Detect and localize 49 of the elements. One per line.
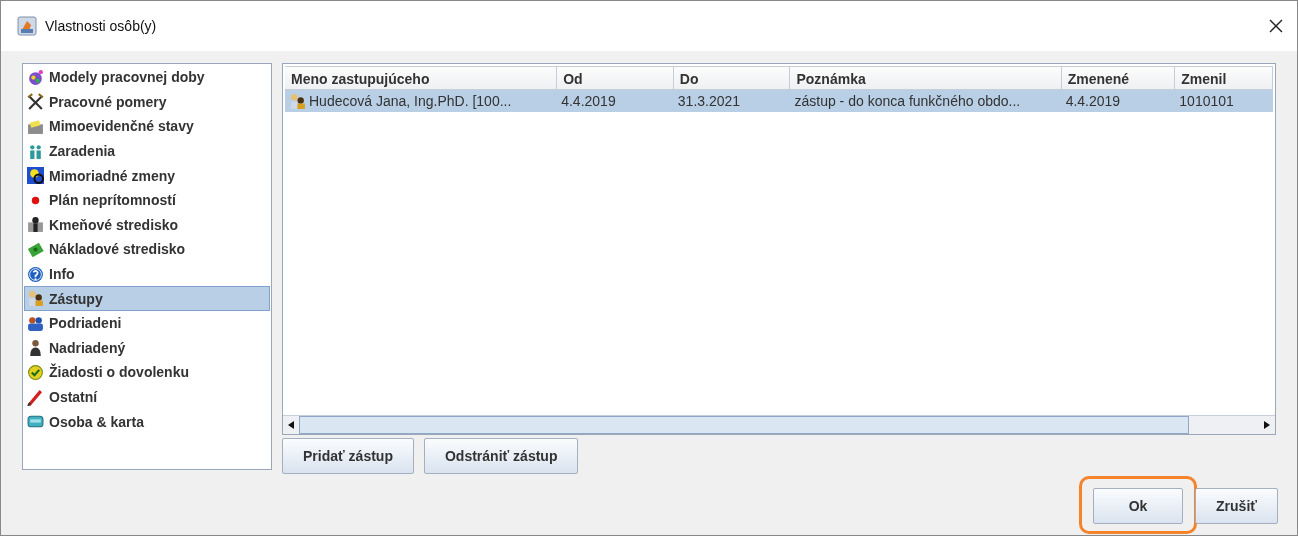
column-header[interactable]: Do — [673, 66, 791, 90]
sidebar-item[interactable]: Ostatní — [24, 384, 270, 410]
folder-icon — [27, 118, 44, 135]
sun-icon — [27, 167, 44, 185]
sidebar-item[interactable]: Žiadosti o dovolenku — [24, 360, 270, 385]
sidebar-item[interactable]: Zaradenia — [24, 138, 270, 164]
app-icon — [17, 16, 37, 36]
table-cell-text: zástup - do konca funkčného obdo... — [793, 92, 1022, 111]
column-header[interactable]: Od — [557, 66, 674, 90]
two-people-icon — [27, 290, 44, 308]
close-icon[interactable] — [1269, 19, 1283, 33]
table-row[interactable]: Hudecová Jana, Ing.PhD. [100... 4.4.2019 31.3.2021 zástup - do konca funkčného obdo... 4.4.2019 1010101 — [285, 90, 1273, 112]
sidebar-item[interactable]: Osoba & karta — [24, 409, 270, 434]
table-cell-text: 31.3.2021 — [676, 92, 742, 111]
sidebar-item[interactable]: Zástupy — [24, 286, 270, 311]
person-icon — [27, 216, 44, 234]
pen-icon — [27, 388, 44, 406]
table-cell-text: 4.4.2019 — [1064, 92, 1122, 111]
sidebar-item[interactable]: Mimoevidenčné stavy — [24, 114, 270, 139]
table-cell-text: 1010101 — [1178, 92, 1235, 111]
two-people-icon — [289, 93, 306, 110]
action-button[interactable]: Odstrániť zástup — [423, 438, 579, 474]
sidebar-item[interactable]: Info — [24, 261, 270, 287]
column-header[interactable]: Meno zastupujúceho — [285, 66, 558, 90]
column-header[interactable]: Zmenil — [1175, 66, 1273, 90]
cancel-button[interactable]: Zrušiť — [1195, 488, 1278, 524]
column-header[interactable]: Zmenené — [1061, 66, 1176, 90]
horizontal-scrollbar[interactable] — [283, 415, 1275, 434]
tools-icon — [27, 93, 44, 111]
sidebar-item[interactable]: Nákladové stredisko — [24, 237, 270, 262]
column-header[interactable]: Poznámka — [790, 66, 1062, 90]
sidebar-item[interactable]: Modely pracovnej doby — [24, 65, 270, 90]
scroll-thumb[interactable] — [299, 416, 1189, 434]
action-button[interactable]: Pridať zástup — [282, 438, 414, 474]
sidebar-item[interactable]: Pracovné pomery — [24, 89, 270, 115]
help-icon — [27, 265, 44, 283]
sidebar-item[interactable]: Podriadeni — [24, 310, 270, 336]
sidebar-item[interactable]: Kmeňové stredisko — [24, 212, 270, 238]
sidebar-item[interactable]: Plán neprítomností — [24, 187, 270, 213]
person-icon — [27, 339, 44, 357]
sidebar-item[interactable]: Nadriadený — [24, 335, 270, 361]
group-icon — [27, 314, 44, 332]
table-cell: Hudecová Jana, Ing.PhD. [100... — [285, 90, 558, 112]
ok-button[interactable]: Ok — [1093, 488, 1184, 524]
sidebar-item[interactable]: Mimoriadné zmeny — [24, 163, 270, 188]
people-icon — [27, 142, 44, 160]
table-cell-text: 4.4.2019 — [560, 92, 617, 111]
window-title: Vlastnosti osôb(y) — [45, 18, 158, 34]
check-icon — [27, 363, 44, 381]
